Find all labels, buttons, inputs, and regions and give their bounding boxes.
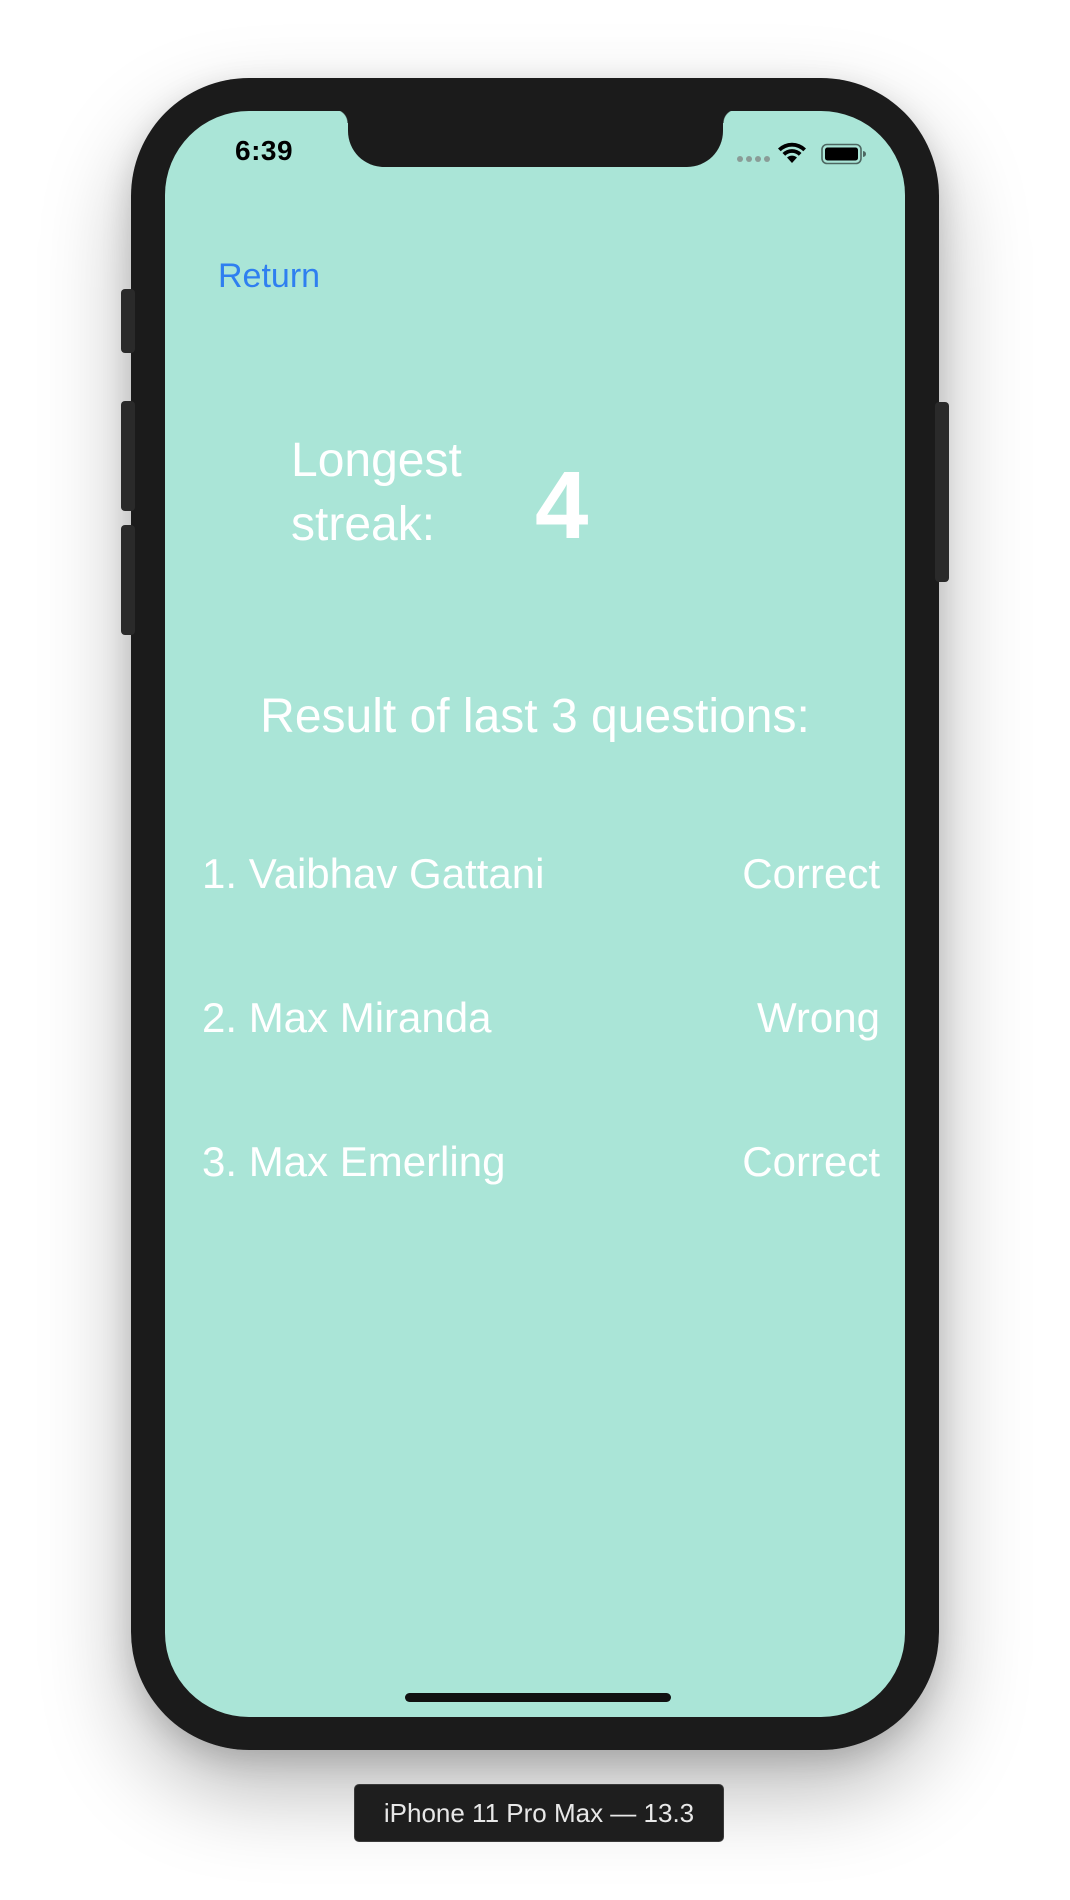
result-question-name: 1. Vaibhav Gattani	[202, 850, 545, 897]
wifi-icon	[778, 142, 806, 163]
result-row: 2. Max Miranda Wrong	[202, 988, 880, 1048]
volume-up-button	[121, 401, 135, 511]
status-time: 6:39	[235, 135, 294, 166]
result-row: 1. Vaibhav Gattani Correct	[202, 844, 880, 904]
longest-streak-value: 4	[535, 452, 589, 559]
result-status: Wrong	[757, 994, 880, 1041]
mute-switch	[121, 289, 135, 353]
home-indicator[interactable]	[405, 1693, 671, 1702]
battery-icon	[821, 143, 866, 165]
result-row: 3. Max Emerling Correct	[202, 1132, 880, 1192]
return-button[interactable]: Return	[218, 257, 320, 296]
result-status: Correct	[742, 1138, 880, 1185]
longest-streak-label: Longest streak:	[291, 434, 462, 551]
cellular-signal-icon	[737, 156, 770, 162]
volume-down-button	[121, 525, 135, 635]
app-screen: 6:39 Return Longest streak: 4 Result of …	[165, 111, 905, 1717]
results-heading: Result of last 3 questions:	[260, 690, 810, 743]
result-question-name: 2. Max Miranda	[202, 994, 492, 1041]
notch	[334, 111, 737, 167]
result-status: Correct	[742, 850, 880, 897]
result-question-name: 3. Max Emerling	[202, 1138, 506, 1185]
power-button	[935, 402, 949, 582]
simulator-device-label: iPhone 11 Pro Max — 13.3	[354, 1784, 724, 1842]
